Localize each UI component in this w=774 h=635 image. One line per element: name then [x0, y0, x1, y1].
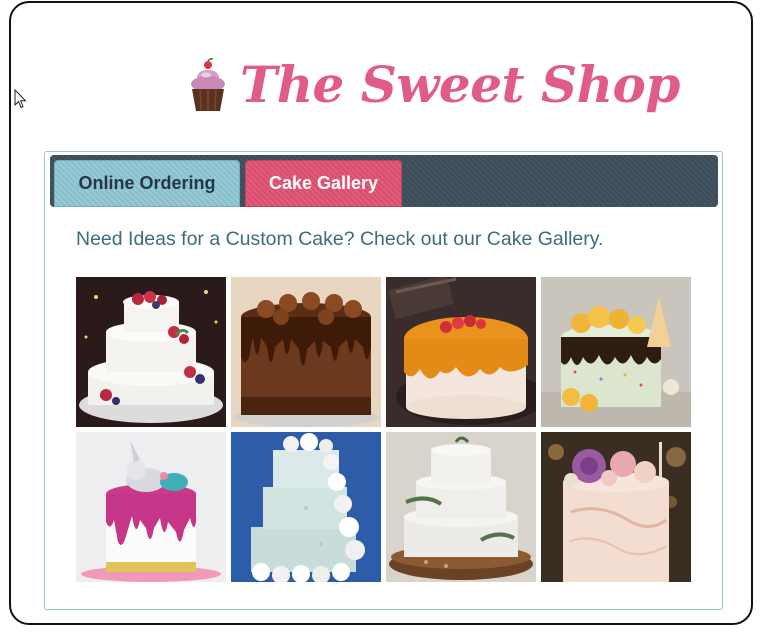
cake-photo-caramel-glaze[interactable]	[386, 277, 536, 427]
cake-photo-rustic-tiers[interactable]	[386, 432, 536, 582]
cake-photo-unicorn[interactable]	[76, 432, 226, 582]
cake-photo-floral-buttercream[interactable]	[541, 432, 691, 582]
gallery-intro-text: Need Ideas for a Custom Cake? Check out …	[76, 228, 604, 250]
site-title: The Sweet Shop	[240, 55, 680, 114]
content-panel: Online Ordering Cake Gallery Need Ideas …	[44, 151, 723, 610]
tab-online-ordering[interactable]: Online Ordering	[54, 160, 240, 207]
mouse-pointer-icon	[14, 89, 27, 109]
cake-gallery-grid	[76, 277, 696, 582]
site-header: The Sweet Shop	[186, 50, 680, 120]
cupcake-icon	[191, 58, 225, 111]
cake-photo-chocolate-drip[interactable]	[231, 277, 381, 427]
tab-bar: Online Ordering Cake Gallery	[50, 155, 718, 207]
cake-photo-berry-cascade[interactable]	[76, 277, 226, 427]
cake-photo-wedding-roses[interactable]	[231, 432, 381, 582]
tab-cake-gallery[interactable]: Cake Gallery	[245, 160, 402, 207]
cake-photo-macaron-drip[interactable]	[541, 277, 691, 427]
